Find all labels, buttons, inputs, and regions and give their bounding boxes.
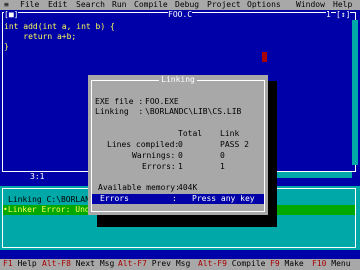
menu-options[interactable]: Options <box>247 0 281 10</box>
menu-bar: ≡ File Edit Search Run Compile Debug Pro… <box>0 0 360 10</box>
fkey-menu[interactable]: F10 Menu <box>312 259 351 269</box>
memory-label: Available memory: <box>98 183 180 192</box>
dialog-title: Linking <box>159 75 197 84</box>
editor-titlebar: [■] FOO.C 1 [↕] <box>0 10 360 20</box>
code-line[interactable]: } <box>4 42 9 52</box>
status-errors: Errors <box>100 194 129 203</box>
memory-value: 404K <box>178 183 198 192</box>
exe-value: FOO.EXE <box>145 97 179 106</box>
fkey-prev-msg[interactable]: Alt-F7 Prev Msg <box>118 259 190 269</box>
function-key-bar: F1 Help Alt-F8 Next Msg Alt-F7 Prev Msg … <box>0 259 360 270</box>
code-line[interactable]: int add(int a, int b) { <box>4 22 115 32</box>
menu-edit[interactable]: Edit <box>48 0 67 10</box>
menu-compile[interactable]: Compile <box>134 0 168 10</box>
fkey-next-msg[interactable]: Alt-F8 Next Msg <box>42 259 114 269</box>
linking-label: Linking : <box>95 107 144 116</box>
exe-label: EXE file : <box>95 97 144 106</box>
lines-compiled-total: 0 <box>178 140 183 149</box>
zoom-icon[interactable]: [↕] <box>336 10 351 20</box>
fkey-make[interactable]: F9 Make <box>270 259 304 269</box>
warnings-link: 0 <box>220 151 225 160</box>
warnings-label: Warnings: <box>132 151 176 160</box>
warnings-total: 0 <box>178 151 183 160</box>
text-cursor <box>262 52 267 62</box>
column-total: Total <box>178 129 203 138</box>
system-menu-icon[interactable]: ≡ <box>4 0 9 10</box>
lines-compiled-link: PASS 2 <box>220 140 249 149</box>
fkey-compile[interactable]: Alt-F9 Compile <box>198 259 265 269</box>
fkey-help[interactable]: F1 Help <box>3 259 37 269</box>
code-line[interactable]: return a+b; <box>4 32 76 42</box>
menu-window[interactable]: Window <box>296 0 325 10</box>
close-icon[interactable]: [■] <box>4 10 19 20</box>
lines-compiled-label: Lines compiled: <box>107 140 180 149</box>
errors-label: Errors: <box>142 162 176 171</box>
menu-run[interactable]: Run <box>112 0 126 10</box>
window-number: 1 <box>326 10 331 20</box>
message-line[interactable]: Linking C:\BORLAND <box>8 195 95 205</box>
menu-file[interactable]: File <box>20 0 39 10</box>
status-separator: : <box>172 194 177 203</box>
editor-title: FOO.C <box>168 10 193 20</box>
column-link: Link <box>220 129 240 138</box>
linking-value: \BORLANDC\LIB\CS.LIB <box>145 107 242 116</box>
menu-search[interactable]: Search <box>76 0 105 10</box>
cursor-position: 3:1 <box>30 172 45 182</box>
menu-help[interactable]: Help <box>333 0 352 10</box>
press-any-key: Press any key <box>192 194 255 203</box>
vertical-scrollbar[interactable] <box>352 20 358 165</box>
errors-total: 1 <box>178 162 183 171</box>
menu-debug[interactable]: Debug <box>175 0 199 10</box>
menu-project[interactable]: Project <box>207 0 241 10</box>
dialog-status-bar: Errors : Press any key <box>92 194 264 204</box>
errors-link: 1 <box>220 162 225 171</box>
